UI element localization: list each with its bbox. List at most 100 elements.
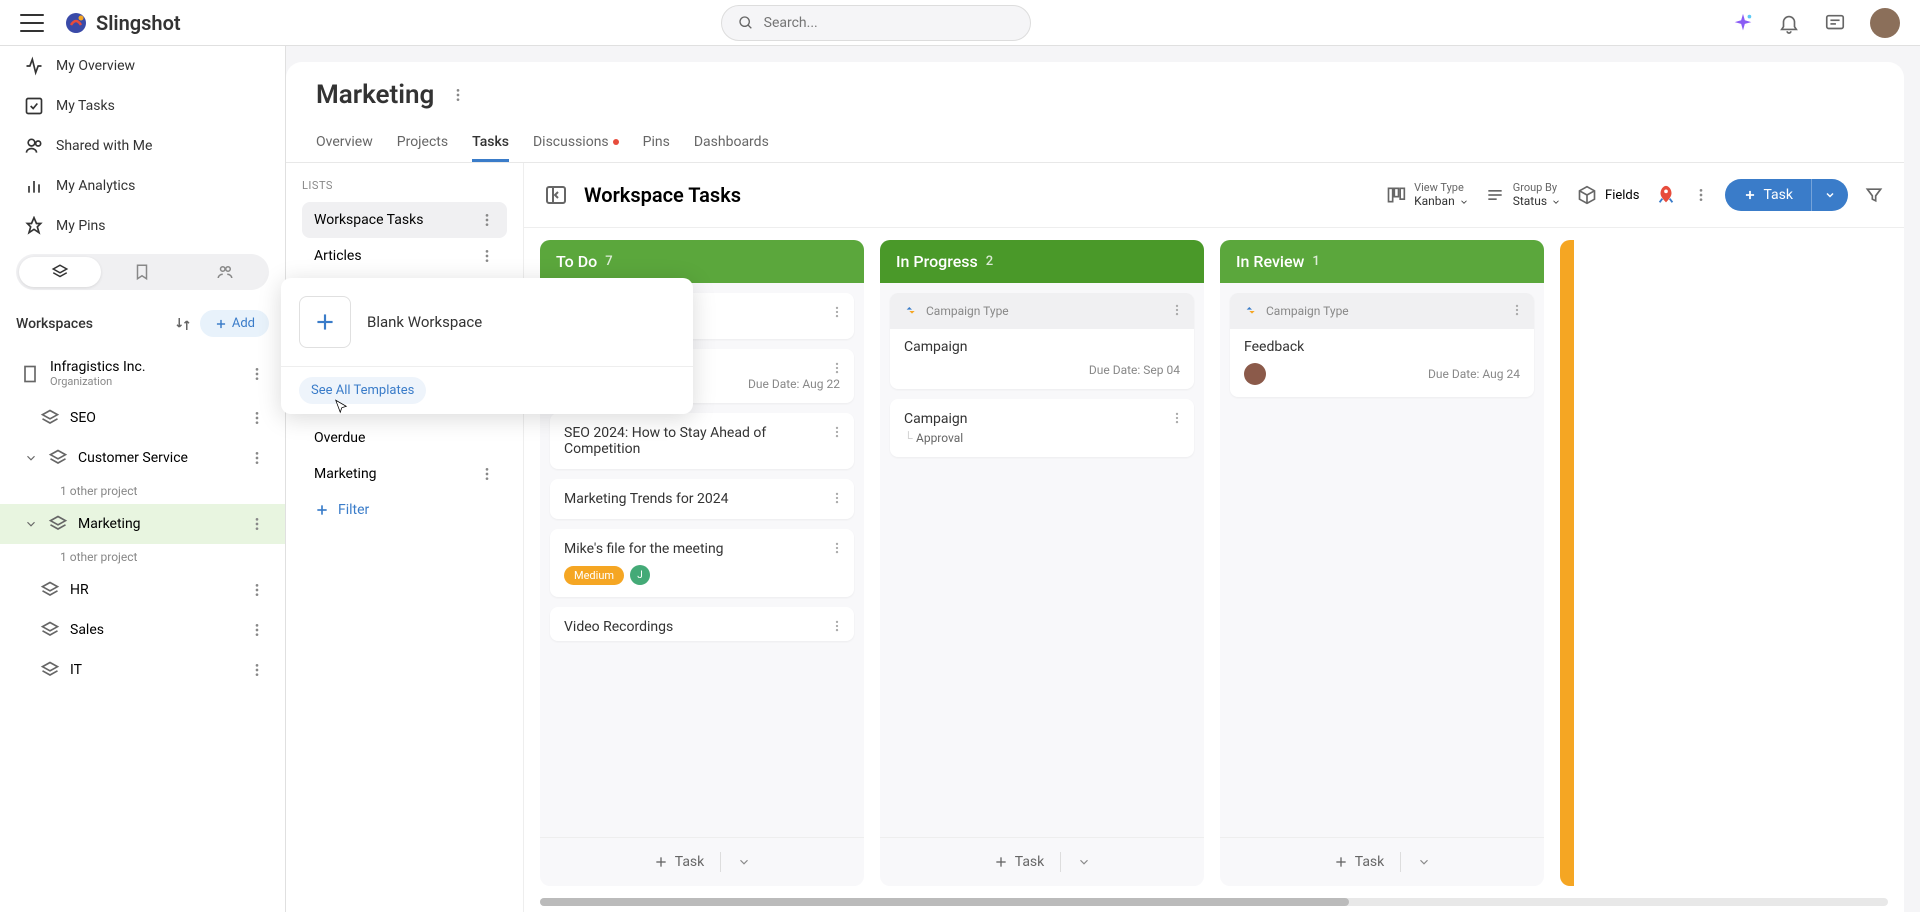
nav-analytics[interactable]: My Analytics xyxy=(0,166,285,206)
more-icon[interactable] xyxy=(249,662,265,678)
chevron-down-icon[interactable] xyxy=(24,451,38,465)
group-by-control[interactable]: Group By Status xyxy=(1485,181,1561,209)
nav-my-overview[interactable]: My Overview xyxy=(0,46,285,86)
content-area: Marketing Overview Projects Tasks Discus… xyxy=(286,46,1920,912)
more-icon[interactable] xyxy=(1170,411,1184,425)
more-icon[interactable] xyxy=(1170,303,1184,317)
add-workspace-button[interactable]: Add xyxy=(200,310,269,337)
new-task-dropdown[interactable] xyxy=(1811,179,1848,211)
board: Workspace Tasks View Type Kanban xyxy=(524,163,1904,912)
add-task-button[interactable]: Task xyxy=(653,854,705,870)
more-icon[interactable] xyxy=(450,87,466,103)
workspaces-header: Workspaces Add xyxy=(0,298,285,349)
layers-icon xyxy=(40,660,60,680)
bell-icon[interactable] xyxy=(1778,12,1800,34)
more-icon[interactable] xyxy=(249,450,265,466)
sparkle-icon[interactable] xyxy=(1732,12,1754,34)
rocket-icon[interactable] xyxy=(1655,184,1677,206)
list-item-articles[interactable]: Articles xyxy=(302,238,507,274)
task-card-video[interactable]: Video Recordings xyxy=(550,607,854,641)
more-icon[interactable] xyxy=(830,361,844,375)
see-all-templates-link[interactable]: See All Templates xyxy=(299,377,426,404)
task-card-mikes-file[interactable]: Mike's file for the meeting Medium J xyxy=(550,529,854,597)
bookmark-icon xyxy=(133,263,151,281)
ws-item-seo[interactable]: SEO xyxy=(0,398,285,438)
more-icon[interactable] xyxy=(249,622,265,638)
other-projects-2[interactable]: 1 other project xyxy=(0,544,285,570)
column-header-progress[interactable]: In Progress 2 xyxy=(880,240,1204,283)
ws-item-marketing[interactable]: Marketing xyxy=(0,504,285,544)
add-task-button[interactable]: Task xyxy=(1333,854,1385,870)
tab-projects[interactable]: Projects xyxy=(397,126,448,162)
more-icon[interactable] xyxy=(479,466,495,482)
ws-item-customer-service[interactable]: Customer Service xyxy=(0,438,285,478)
ws-item-it[interactable]: IT xyxy=(0,650,285,690)
add-task-button[interactable]: Task xyxy=(993,854,1045,870)
chevron-down-icon[interactable] xyxy=(1417,855,1431,869)
sort-icon[interactable] xyxy=(174,315,192,333)
ws-item-sales[interactable]: Sales xyxy=(0,610,285,650)
nav-my-tasks[interactable]: My Tasks xyxy=(0,86,285,126)
chevron-down-icon[interactable] xyxy=(1077,855,1091,869)
more-icon[interactable] xyxy=(249,516,265,532)
more-icon[interactable] xyxy=(479,248,495,264)
more-icon[interactable] xyxy=(830,425,844,439)
tab-discussions[interactable]: Discussions xyxy=(533,126,619,162)
more-icon[interactable] xyxy=(249,582,265,598)
logo[interactable]: Slingshot xyxy=(64,11,181,35)
toggle-people[interactable] xyxy=(184,257,266,287)
other-projects-1[interactable]: 1 other project xyxy=(0,478,285,504)
tab-overview[interactable]: Overview xyxy=(316,126,373,162)
building-icon xyxy=(20,364,40,384)
more-icon[interactable] xyxy=(249,410,265,426)
task-card-seo2024[interactable]: SEO 2024: How to Stay Ahead of Competiti… xyxy=(550,413,854,469)
view-type-control[interactable]: View Type Kanban xyxy=(1386,181,1469,209)
board-title: Workspace Tasks xyxy=(584,183,1370,207)
more-icon[interactable] xyxy=(1510,303,1524,317)
task-card-feedback[interactable]: Campaign Type Feedback Due Date: Aug 24 xyxy=(1230,293,1534,397)
more-icon[interactable] xyxy=(830,541,844,555)
column-header-todo[interactable]: To Do 7 xyxy=(540,240,864,283)
fields-control[interactable]: Fields xyxy=(1577,185,1639,205)
hamburger-menu[interactable] xyxy=(20,14,44,32)
column-header-review[interactable]: In Review 1 xyxy=(1220,240,1544,283)
task-card-campaign-approval[interactable]: Campaign Approval xyxy=(890,399,1194,457)
chevron-down-icon[interactable] xyxy=(737,855,751,869)
chat-icon[interactable] xyxy=(1824,12,1846,34)
more-icon[interactable] xyxy=(830,619,844,633)
nav-pins[interactable]: My Pins xyxy=(0,206,285,246)
user-avatar[interactable] xyxy=(1870,8,1900,38)
nav-shared[interactable]: Shared with Me xyxy=(0,126,285,166)
filter-icon[interactable] xyxy=(1864,185,1884,205)
list-item-marketing[interactable]: Marketing xyxy=(302,456,507,492)
ws-label: HR xyxy=(70,582,239,598)
task-card-campaign[interactable]: Campaign Type Campaign Due Date: Sep 04 xyxy=(890,293,1194,389)
tab-tasks[interactable]: Tasks xyxy=(472,126,509,162)
column-peek[interactable] xyxy=(1560,240,1574,886)
tab-pins[interactable]: Pins xyxy=(643,126,670,162)
more-icon[interactable] xyxy=(830,491,844,505)
more-icon[interactable] xyxy=(249,366,265,382)
ws-item-org[interactable]: Infragistics Inc. Organization xyxy=(0,349,285,398)
horizontal-scrollbar[interactable] xyxy=(540,898,1888,906)
toggle-layers[interactable] xyxy=(19,257,101,287)
popup-option-blank[interactable]: Blank Workspace xyxy=(281,278,693,366)
more-icon[interactable] xyxy=(830,305,844,319)
list-item-workspace-tasks[interactable]: Workspace Tasks xyxy=(302,202,507,238)
new-task-button[interactable]: Task xyxy=(1725,179,1811,211)
search-box[interactable] xyxy=(721,5,1031,41)
logo-icon xyxy=(64,11,88,35)
task-card-trends[interactable]: Marketing Trends for 2024 xyxy=(550,479,854,519)
topbar: Slingshot xyxy=(0,0,1920,46)
toggle-bookmark[interactable] xyxy=(101,257,183,287)
more-icon[interactable] xyxy=(479,212,495,228)
scroll-thumb[interactable] xyxy=(540,898,1349,906)
panel-collapse-icon[interactable] xyxy=(544,183,568,207)
ws-item-hr[interactable]: HR xyxy=(0,570,285,610)
list-item-overdue[interactable]: Overdue xyxy=(302,420,507,456)
filter-button[interactable]: Filter xyxy=(302,492,507,528)
chevron-down-icon[interactable] xyxy=(24,517,38,531)
more-icon[interactable] xyxy=(1693,187,1709,203)
search-input[interactable] xyxy=(764,15,1014,31)
tab-dashboards[interactable]: Dashboards xyxy=(694,126,769,162)
